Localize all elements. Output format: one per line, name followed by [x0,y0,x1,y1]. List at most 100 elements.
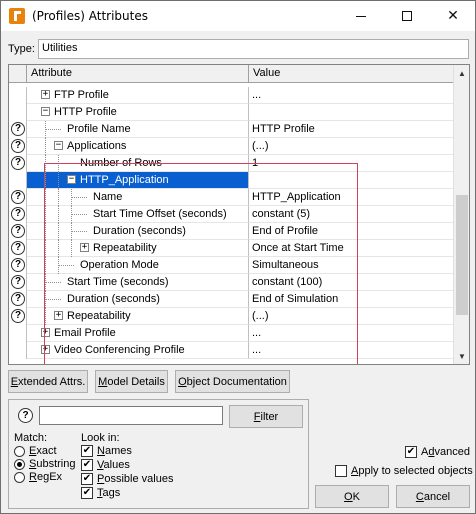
help-question-icon[interactable]: ? [11,275,25,289]
match-radio[interactable]: Exact [14,445,57,457]
value-cell[interactable]: ... [249,87,453,104]
tree-expander-icon[interactable]: − [67,175,76,184]
attribute-row[interactable]: ? + Repeatability (...) [9,308,453,325]
attribute-cell[interactable]: + FTP Profile [27,87,249,104]
value-cell[interactable] [249,172,453,189]
help-question-icon[interactable]: ? [11,241,25,255]
help-question-icon[interactable]: ? [11,207,25,221]
attribute-row[interactable]: − HTTP Profile [9,104,453,121]
advanced-checkbox[interactable]: ✔ Advanced [405,446,470,458]
attribute-row[interactable]: ? Duration (seconds) End of Profile [9,223,453,240]
attribute-row[interactable]: ? Name HTTP_Application [9,189,453,206]
value-cell[interactable]: HTTP Profile [249,121,453,138]
tree-expander-icon[interactable]: + [41,90,50,99]
scroll-down-icon[interactable]: ▼ [454,348,469,364]
ok-button[interactable]: OK [315,485,389,508]
minimize-button[interactable] [338,1,384,31]
lookin-checkbox[interactable]: ✔ Possible values [81,473,173,485]
checkbox-box[interactable]: ✔ [405,446,417,458]
value-cell[interactable]: HTTP_Application [249,189,453,206]
checkbox-box[interactable]: ✔ [81,487,93,499]
scroll-up-icon[interactable]: ▲ [454,65,469,81]
lookin-checkbox[interactable]: ✔ Values [81,459,130,471]
value-cell[interactable]: End of Profile [249,223,453,240]
attribute-row[interactable]: + Video Conferencing Profile... [9,342,453,359]
lookin-checkbox[interactable]: ✔ Tags [81,487,120,499]
help-question-icon[interactable]: ? [11,190,25,204]
value-cell[interactable]: End of Simulation [249,291,453,308]
help-question-icon[interactable]: ? [11,122,25,136]
apply-to-selected-checkbox[interactable]: Apply to selected objects [335,465,473,477]
checkbox-box[interactable]: ✔ [81,459,93,471]
attribute-row[interactable]: ? Start Time Offset (seconds) constant (5) [9,206,453,223]
vertical-scrollbar[interactable]: ▲ ▼ [453,65,469,364]
attribute-cell[interactable]: + Video Conferencing Profile [27,342,249,359]
maximize-button[interactable] [384,1,430,31]
value-cell[interactable]: ... [249,342,453,359]
value-cell[interactable]: (...) [249,138,453,155]
attribute-row[interactable]: ? Start Time (seconds) constant (100) [9,274,453,291]
radio-button[interactable] [14,458,25,470]
scroll-thumb[interactable] [456,195,468,315]
help-question-icon[interactable]: ? [11,309,25,323]
attribute-cell[interactable]: + Repeatability [27,240,249,257]
filter-button[interactable]: Filter [229,405,303,428]
value-cell[interactable]: constant (5) [249,206,453,223]
model-details-button[interactable]: Model Details [95,370,168,393]
attribute-cell[interactable]: Name [27,189,249,206]
cancel-button[interactable]: Cancel [396,485,470,508]
attribute-grid[interactable]: Attribute Value + FTP Profile... − HTTP Pro… [8,64,470,365]
value-cell[interactable] [249,104,453,121]
value-cell[interactable]: Simultaneous [249,257,453,274]
attribute-row[interactable]: ? − Applications (...) [9,138,453,155]
checkbox-box[interactable]: ✔ [81,445,93,457]
value-cell[interactable]: ... [249,325,453,342]
attribute-cell[interactable]: Duration (seconds) [27,291,249,308]
attribute-cell[interactable]: Operation Mode [27,257,249,274]
lookin-checkbox[interactable]: ✔ Names [81,445,132,457]
attribute-row[interactable]: − HTTP_Application [9,172,453,189]
attribute-row[interactable]: + Email Profile... [9,325,453,342]
attribute-column-header[interactable]: Attribute [27,65,249,82]
tree-expander-icon[interactable]: + [41,345,50,354]
help-question-icon[interactable]: ? [11,139,25,153]
help-question-icon[interactable]: ? [11,258,25,272]
attribute-row[interactable]: ? Number of Rows 1 [9,155,453,172]
tree-expander-icon[interactable]: + [41,328,50,337]
attribute-cell[interactable]: Profile Name [27,121,249,138]
find-input[interactable] [39,406,223,425]
extended-attrs-button[interactable]: Extended Attrs. [8,370,88,393]
attribute-cell[interactable]: Start Time Offset (seconds) [27,206,249,223]
value-column-header[interactable]: Value [249,65,453,82]
match-radio[interactable]: RegEx [14,471,62,483]
attribute-row[interactable]: ? Duration (seconds) End of Simulation [9,291,453,308]
type-field[interactable]: Utilities [38,39,469,59]
tree-expander-icon[interactable]: + [54,311,63,320]
attribute-cell[interactable]: + Repeatability [27,308,249,325]
attribute-row[interactable]: ? Profile Name HTTP Profile [9,121,453,138]
match-radio[interactable]: Substring [14,458,75,470]
tree-expander-icon[interactable]: − [54,141,63,150]
object-documentation-button[interactable]: Object Documentation [175,370,290,393]
tree-expander-icon[interactable]: + [80,243,89,252]
attribute-cell[interactable]: − HTTP Profile [27,104,249,121]
radio-button[interactable] [14,471,25,483]
attribute-cell[interactable]: Duration (seconds) [27,223,249,240]
close-button[interactable]: ✕ [430,1,476,31]
attribute-row[interactable]: + FTP Profile... [9,87,453,104]
tree-expander-icon[interactable]: − [41,107,50,116]
attribute-cell[interactable]: − Applications [27,138,249,155]
attribute-cell[interactable]: Number of Rows [27,155,249,172]
checkbox-box[interactable] [335,465,347,477]
attribute-cell[interactable]: + Email Profile [27,325,249,342]
radio-button[interactable] [14,445,25,457]
checkbox-box[interactable]: ✔ [81,473,93,485]
attribute-row[interactable]: ? Operation Mode Simultaneous [9,257,453,274]
attribute-row[interactable]: ? + Repeatability Once at Start Time [9,240,453,257]
help-question-icon[interactable]: ? [18,408,33,423]
value-cell[interactable]: constant (100) [249,274,453,291]
help-question-icon[interactable]: ? [11,292,25,306]
attribute-cell[interactable]: − HTTP_Application [27,172,249,189]
value-cell[interactable]: Once at Start Time [249,240,453,257]
value-cell[interactable]: 1 [249,155,453,172]
